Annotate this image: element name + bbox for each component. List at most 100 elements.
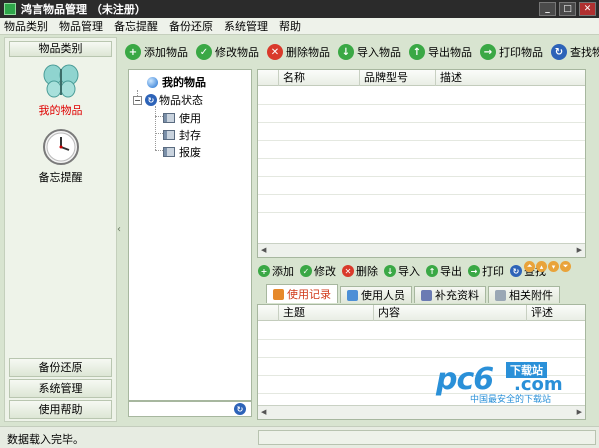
close-button[interactable]: ✕ xyxy=(579,2,596,16)
maximize-button[interactable]: □ xyxy=(559,2,576,16)
records-table-hscroll[interactable]: ◀ ▶ xyxy=(258,405,585,419)
collapse-toggle-icon[interactable]: − xyxy=(133,95,142,105)
first-record-icon[interactable]: ⏶ xyxy=(524,261,535,272)
check-icon: ✓ xyxy=(300,265,312,277)
tab-users[interactable]: 使用人员 xyxy=(340,286,412,303)
search-icon: ↻ xyxy=(551,44,567,60)
book-icon xyxy=(163,113,175,123)
help-button[interactable]: 使用帮助 xyxy=(9,400,112,419)
minimize-button[interactable]: _ xyxy=(539,2,556,16)
plus-icon: + xyxy=(125,44,141,60)
book-icon xyxy=(163,147,175,157)
record-icon xyxy=(273,288,284,300)
tree-footer: ↻ xyxy=(128,401,252,417)
export-item-button[interactable]: ↑ 导出物品 xyxy=(409,44,472,60)
nav-my-items[interactable]: 我的物品 xyxy=(5,63,116,118)
arrow-down-icon: ↓ xyxy=(338,44,354,60)
system-manage-button[interactable]: 系统管理 xyxy=(9,379,112,398)
column-header-topic[interactable]: 主题 xyxy=(279,305,374,321)
watermark-slogan: 中国最安全的下载站 xyxy=(470,395,552,405)
prev-record-icon[interactable]: ▴ xyxy=(536,261,547,272)
status-pane xyxy=(258,430,596,445)
nav-reminders-label: 备忘提醒 xyxy=(38,171,83,184)
records-table-header: 主题 内容 评述 xyxy=(258,305,585,321)
refresh-icon[interactable]: ↻ xyxy=(234,403,246,415)
scroll-left-icon[interactable]: ◀ xyxy=(261,408,266,416)
items-table: 名称 品牌型号 描述 ◀ ▶ xyxy=(257,69,586,258)
scroll-left-icon[interactable]: ◀ xyxy=(261,246,266,254)
collapse-panel-icon[interactable]: ‹ xyxy=(117,224,121,235)
title-bar: 鸿言物品管理 （未注册） _ □ ✕ xyxy=(0,0,599,18)
find-item-button[interactable]: ↻查找物品 xyxy=(551,44,599,60)
category-header[interactable]: 物品类别 xyxy=(9,41,112,57)
delete-icon: ✕ xyxy=(267,44,283,60)
last-record-icon[interactable]: ⏷ xyxy=(560,261,571,272)
check-icon: ✓ xyxy=(196,44,212,60)
left-panel: 物品类别 我的物品 备忘提醒 备份还原 系统管理 使用帮助 xyxy=(4,37,117,422)
menu-item-backup[interactable]: 备份还原 xyxy=(169,18,213,34)
next-record-icon[interactable]: ▾ xyxy=(548,261,559,272)
menu-item-items[interactable]: 物品管理 xyxy=(59,18,103,34)
column-header-model[interactable]: 品牌型号 xyxy=(360,70,436,86)
clock-icon xyxy=(42,129,79,165)
app-icon xyxy=(4,3,16,15)
plus-icon: + xyxy=(258,265,270,277)
arrow-down-icon: ↓ xyxy=(384,265,396,277)
items-table-hscroll[interactable]: ◀ ▶ xyxy=(258,243,585,257)
tab-supplementary[interactable]: 补充资料 xyxy=(414,286,486,303)
arrow-right-icon: → xyxy=(468,265,480,277)
tree-node-sealed[interactable]: 封存 xyxy=(163,127,201,143)
print-item-button[interactable]: → 打印物品 xyxy=(480,44,543,60)
paperclip-icon xyxy=(495,289,506,301)
items-table-header: 名称 品牌型号 描述 xyxy=(258,70,585,86)
tree-node-my-items[interactable]: 我的物品 xyxy=(147,74,206,90)
column-header-description[interactable]: 描述 xyxy=(436,70,585,86)
menu-bar: 物品类别 物品管理 备忘提醒 备份还原 系统管理 帮助 xyxy=(0,18,599,35)
edit-record-button[interactable]: ✓ 修改 xyxy=(300,263,336,279)
butterfly-icon xyxy=(43,64,78,98)
status-icon: ↻ xyxy=(145,94,157,106)
print-record-button[interactable]: → 打印 xyxy=(468,263,504,279)
delete-icon: ✕ xyxy=(342,265,354,277)
menu-item-reminders[interactable]: 备忘提醒 xyxy=(114,18,158,34)
menu-item-help[interactable]: 帮助 xyxy=(279,18,301,34)
menu-item-system[interactable]: 系统管理 xyxy=(224,18,268,34)
arrow-up-icon: ↑ xyxy=(409,44,425,60)
scroll-right-icon[interactable]: ▶ xyxy=(577,246,582,254)
delete-record-button[interactable]: ✕ 删除 xyxy=(342,263,378,279)
export-record-button[interactable]: ↑ 导出 xyxy=(426,263,462,279)
nav-my-items-label: 我的物品 xyxy=(38,104,83,117)
window-title: 鸿言物品管理 （未注册） xyxy=(21,3,146,16)
tab-attachments[interactable]: 相关附件 xyxy=(488,286,560,303)
record-nav: ⏶ ▴ ▾ ⏷ xyxy=(524,261,571,272)
globe-icon xyxy=(147,76,158,88)
search-icon: ↻ xyxy=(510,265,522,277)
tab-usage-records[interactable]: 使用记录 xyxy=(266,284,338,303)
records-toolbar: + 添加 ✓ 修改 ✕ 删除 ↓ 导入 ↑ 导出 → 打印 ↻ 查找 xyxy=(258,263,552,279)
people-icon xyxy=(347,289,358,301)
book-icon xyxy=(163,130,175,140)
tree-node-in-use[interactable]: 使用 xyxy=(163,110,201,126)
arrow-up-icon: ↑ xyxy=(426,265,438,277)
add-record-button[interactable]: + 添加 xyxy=(258,263,294,279)
tree-node-status[interactable]: − ↻ 物品状态 xyxy=(133,92,203,108)
edit-item-button[interactable]: ✓ 修改物品 xyxy=(196,44,259,60)
backup-restore-button[interactable]: 备份还原 xyxy=(9,358,112,377)
tree-node-scrapped[interactable]: 报废 xyxy=(163,144,201,160)
main-toolbar: + 添加物品 ✓ 修改物品 ✕ 删除物品 ↓ 导入物品 ↑ 导出物品 → 打印物品 ↻ 查找物… xyxy=(125,41,599,63)
column-header-content[interactable]: 内容 xyxy=(374,305,527,321)
site-watermark: pc6 下载站 .com 中国最安全的下载站 xyxy=(436,360,596,406)
status-bar: 数据载入完毕。 xyxy=(0,426,599,448)
nav-reminders[interactable]: 备忘提醒 xyxy=(5,128,116,185)
book-icon xyxy=(421,289,432,301)
column-header-comment[interactable]: 评述 xyxy=(527,305,585,321)
category-tree: 我的物品 − ↻ 物品状态 使用 封存 报废 xyxy=(128,69,252,401)
column-header-name[interactable]: 名称 xyxy=(279,70,360,86)
scroll-right-icon[interactable]: ▶ xyxy=(577,408,582,416)
add-item-button[interactable]: + 添加物品 xyxy=(125,44,188,60)
delete-item-button[interactable]: ✕ 删除物品 xyxy=(267,44,330,60)
import-record-button[interactable]: ↓ 导入 xyxy=(384,263,420,279)
status-text: 数据载入完毕。 xyxy=(7,433,84,446)
menu-item-categories[interactable]: 物品类别 xyxy=(4,18,48,34)
import-item-button[interactable]: ↓ 导入物品 xyxy=(338,44,401,60)
